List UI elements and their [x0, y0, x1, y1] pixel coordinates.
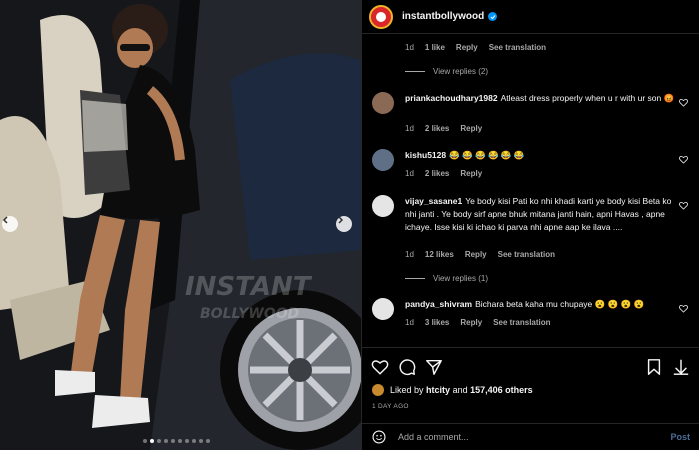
view-replies-button[interactable]: View replies (1)	[405, 274, 488, 283]
carousel-dot	[157, 439, 161, 443]
like-comment-heart-icon[interactable]	[679, 98, 688, 107]
likes-count[interactable]: 157,406 others	[470, 385, 533, 395]
carousel-dot	[164, 439, 168, 443]
liker-avatar[interactable]	[372, 384, 384, 396]
see-translation-button[interactable]: See translation	[493, 318, 550, 327]
comment-emoji: 😂 😂 😂 😂 😂 😂	[449, 150, 525, 160]
view-replies-label: View replies (1)	[433, 274, 488, 283]
author-username[interactable]: instantbollywood	[402, 11, 484, 22]
comments-list[interactable]: 1d 1 like Reply See translation View rep…	[362, 34, 699, 346]
chevron-left-icon	[2, 216, 8, 224]
carousel-dot	[192, 439, 196, 443]
liker-username[interactable]: htcity	[426, 385, 450, 395]
comment-time: 1d	[405, 124, 414, 133]
comment-likes[interactable]: 2 likes	[425, 124, 449, 133]
comment-body: pandya_shivram Bichara beta kaha mu chupa…	[405, 298, 680, 311]
comment-emoji: 😮 😮 😮 😮	[594, 299, 645, 309]
post-side-panel: instantbollywood 1d 1 like Reply See tra…	[361, 0, 699, 450]
comment-likes[interactable]: 3 likes	[425, 318, 449, 327]
commenter-username[interactable]: pandya_shivram	[405, 299, 472, 309]
see-translation-button[interactable]: See translation	[498, 250, 555, 259]
reply-button[interactable]: Reply	[460, 124, 482, 133]
comment-time: 1d	[405, 318, 414, 327]
share-send-icon[interactable]	[425, 358, 443, 376]
reply-button[interactable]: Reply	[456, 43, 478, 52]
reply-button[interactable]: Reply	[465, 250, 487, 259]
like-comment-heart-icon[interactable]	[679, 304, 688, 313]
carousel-indicator	[143, 439, 210, 443]
view-replies-button[interactable]: View replies (2)	[405, 67, 488, 76]
carousel-dot	[206, 439, 210, 443]
reply-button[interactable]: Reply	[460, 318, 482, 327]
comment-input[interactable]	[398, 432, 648, 442]
comment-text: Bichara beta kaha mu chupaye	[475, 299, 593, 309]
verified-badge-icon	[488, 12, 498, 21]
post-actions-bar	[362, 347, 699, 383]
commenter-username[interactable]: kishu5128	[405, 150, 446, 160]
watermark-text: INSTANT	[185, 272, 313, 302]
comment-time: 1d	[405, 250, 414, 259]
svg-text:BOLLYWOOD: BOLLYWOOD	[200, 306, 299, 322]
commenter-avatar[interactable]	[372, 298, 394, 320]
carousel-next-button[interactable]	[336, 216, 352, 232]
carousel-dot	[199, 439, 203, 443]
comment-meta: 1d 2 likes Reply	[405, 169, 482, 178]
comment-meta: 1d 12 likes Reply See translation	[405, 250, 555, 259]
comment-meta: 1d 1 like Reply See translation	[405, 43, 546, 52]
comment-body: kishu5128 😂 😂 😂 😂 😂 😂	[405, 149, 680, 162]
carousel-dot-active	[150, 439, 154, 443]
like-comment-heart-icon[interactable]	[679, 155, 688, 164]
comment-time: 1d	[405, 43, 414, 52]
comment-meta: 1d 2 likes Reply	[405, 124, 482, 133]
comment-time: 1d	[405, 169, 414, 178]
like-comment-heart-icon[interactable]	[679, 201, 688, 210]
see-translation-button[interactable]: See translation	[489, 43, 546, 52]
comment-body: priankachoudhary1982 Atleast dress proper…	[405, 92, 680, 105]
view-replies-label: View replies (2)	[433, 67, 488, 76]
comment-bubble-icon[interactable]	[398, 358, 416, 376]
author-avatar[interactable]	[369, 4, 393, 29]
comment-emoji: 😡	[663, 93, 675, 103]
likes-and-label: and	[452, 385, 468, 395]
chevron-right-icon	[338, 216, 344, 224]
commenter-avatar[interactable]	[372, 149, 394, 171]
comment-body: vijay_sasane1 Ye body kisi Pati ko nhi kh…	[405, 195, 680, 234]
liked-by-label: Liked by	[390, 385, 424, 395]
commenter-avatar[interactable]	[372, 195, 394, 217]
add-comment-bar: Post	[362, 423, 699, 450]
post-photo[interactable]: INSTANT BOLLYWOOD	[0, 0, 361, 450]
commenter-username[interactable]: vijay_sasane1	[405, 196, 462, 206]
comment-likes[interactable]: 12 likes	[425, 250, 454, 259]
comment-text: Atleast dress properly when u r with ur …	[500, 93, 662, 103]
carousel-dot	[171, 439, 175, 443]
carousel-dot	[185, 439, 189, 443]
photo-illustration: INSTANT BOLLYWOOD	[0, 0, 361, 450]
carousel-dot	[178, 439, 182, 443]
commenter-username[interactable]: priankachoudhary1982	[405, 93, 498, 103]
post-header: instantbollywood	[362, 0, 699, 34]
commenter-avatar[interactable]	[372, 92, 394, 114]
like-heart-icon[interactable]	[371, 358, 389, 376]
view-more-icon[interactable]	[672, 358, 690, 376]
carousel-dot	[143, 439, 147, 443]
emoji-smiley-icon[interactable]	[372, 430, 386, 444]
comment-likes[interactable]: 1 like	[425, 43, 445, 52]
post-timestamp[interactable]: 1 DAY AGO	[372, 403, 409, 410]
likes-summary: Liked by htcity and 157,406 others	[372, 384, 533, 396]
reply-button[interactable]: Reply	[460, 169, 482, 178]
carousel-prev-button[interactable]	[2, 216, 18, 232]
comment-likes[interactable]: 2 likes	[425, 169, 449, 178]
save-bookmark-icon[interactable]	[645, 358, 663, 376]
comment-meta: 1d 3 likes Reply See translation	[405, 318, 551, 327]
post-comment-button[interactable]: Post	[670, 432, 690, 442]
